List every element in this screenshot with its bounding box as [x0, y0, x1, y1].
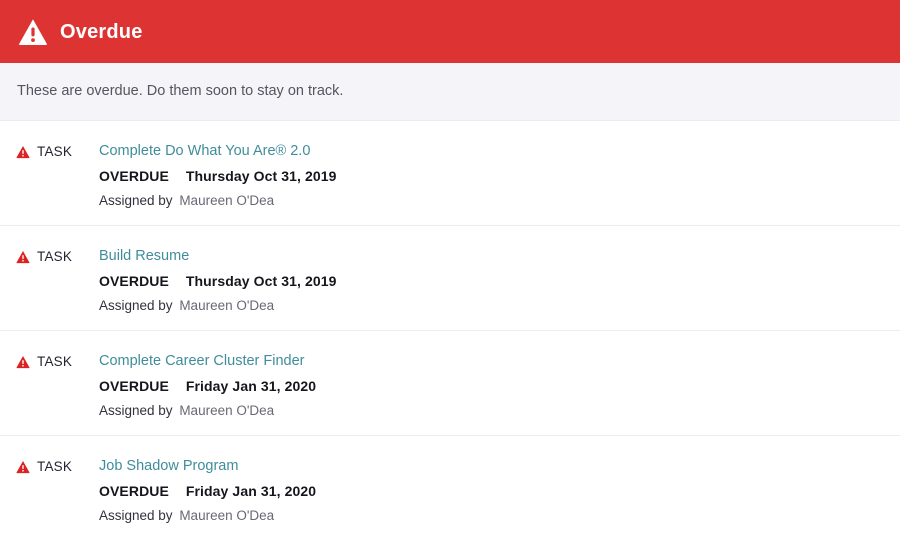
task-type-label: TASK — [37, 354, 73, 369]
warning-triangle-icon — [16, 146, 30, 159]
task-body: Job Shadow Program OVERDUE Friday Jan 31… — [99, 458, 316, 525]
task-list: TASK Complete Do What You Are® 2.0 OVERD… — [0, 121, 900, 536]
status-badge: OVERDUE — [99, 167, 169, 184]
assigned-by-label: Assigned by — [99, 298, 173, 314]
task-body: Complete Do What You Are® 2.0 OVERDUE Th… — [99, 143, 337, 210]
status-badge: OVERDUE — [99, 377, 169, 394]
task-type-group: TASK — [16, 458, 99, 475]
task-body: Build Resume OVERDUE Thursday Oct 31, 20… — [99, 248, 337, 315]
assigned-by-name: Maureen O'Dea — [179, 193, 275, 209]
task-type-group: TASK — [16, 248, 99, 265]
task-due-line: OVERDUE Friday Jan 31, 2020 — [99, 483, 316, 500]
assigned-by-label: Assigned by — [99, 193, 173, 209]
subtitle-text: These are overdue. Do them soon to stay … — [17, 83, 344, 100]
task-title-link[interactable]: Build Resume — [99, 248, 337, 265]
task-title-link[interactable]: Complete Career Cluster Finder — [99, 353, 316, 370]
task-type-group: TASK — [16, 353, 99, 370]
warning-triangle-icon — [16, 461, 30, 474]
assigned-by-name: Maureen O'Dea — [179, 508, 275, 524]
page-header: Overdue — [0, 0, 900, 63]
status-badge: OVERDUE — [99, 272, 169, 289]
task-assigned-line: Assigned by Maureen O'Dea — [99, 193, 337, 209]
warning-triangle-icon — [19, 18, 47, 45]
task-due-date: Thursday Oct 31, 2019 — [185, 167, 337, 184]
assigned-by-name: Maureen O'Dea — [179, 403, 275, 419]
overdue-tasks-page: Overdue These are overdue. Do them soon … — [0, 0, 900, 536]
subtitle-bar: These are overdue. Do them soon to stay … — [0, 63, 900, 121]
assigned-by-label: Assigned by — [99, 403, 173, 419]
task-due-line: OVERDUE Thursday Oct 31, 2019 — [99, 168, 337, 185]
task-type-group: TASK — [16, 143, 99, 160]
task-due-line: OVERDUE Thursday Oct 31, 2019 — [99, 273, 337, 290]
task-assigned-line: Assigned by Maureen O'Dea — [99, 298, 337, 314]
status-badge: OVERDUE — [99, 482, 169, 499]
task-row[interactable]: TASK Complete Career Cluster Finder OVER… — [0, 331, 900, 436]
task-assigned-line: Assigned by Maureen O'Dea — [99, 403, 316, 419]
task-row[interactable]: TASK Complete Do What You Are® 2.0 OVERD… — [0, 121, 900, 226]
task-due-date: Friday Jan 31, 2020 — [185, 377, 317, 394]
task-type-label: TASK — [37, 459, 73, 474]
warning-triangle-icon — [16, 356, 30, 369]
task-due-line: OVERDUE Friday Jan 31, 2020 — [99, 378, 316, 395]
task-type-label: TASK — [37, 144, 73, 159]
task-row[interactable]: TASK Build Resume OVERDUE Thursday Oct 3… — [0, 226, 900, 331]
page-title: Overdue — [60, 20, 143, 43]
task-due-date: Thursday Oct 31, 2019 — [185, 272, 337, 289]
task-type-label: TASK — [37, 249, 73, 264]
task-due-date: Friday Jan 31, 2020 — [185, 482, 317, 499]
assigned-by-label: Assigned by — [99, 508, 173, 524]
task-row[interactable]: TASK Job Shadow Program OVERDUE Friday J… — [0, 436, 900, 536]
assigned-by-name: Maureen O'Dea — [179, 298, 275, 314]
task-title-link[interactable]: Complete Do What You Are® 2.0 — [99, 143, 337, 160]
task-title-link[interactable]: Job Shadow Program — [99, 458, 316, 475]
task-assigned-line: Assigned by Maureen O'Dea — [99, 508, 316, 524]
warning-triangle-icon — [16, 251, 30, 264]
task-body: Complete Career Cluster Finder OVERDUE F… — [99, 353, 316, 420]
